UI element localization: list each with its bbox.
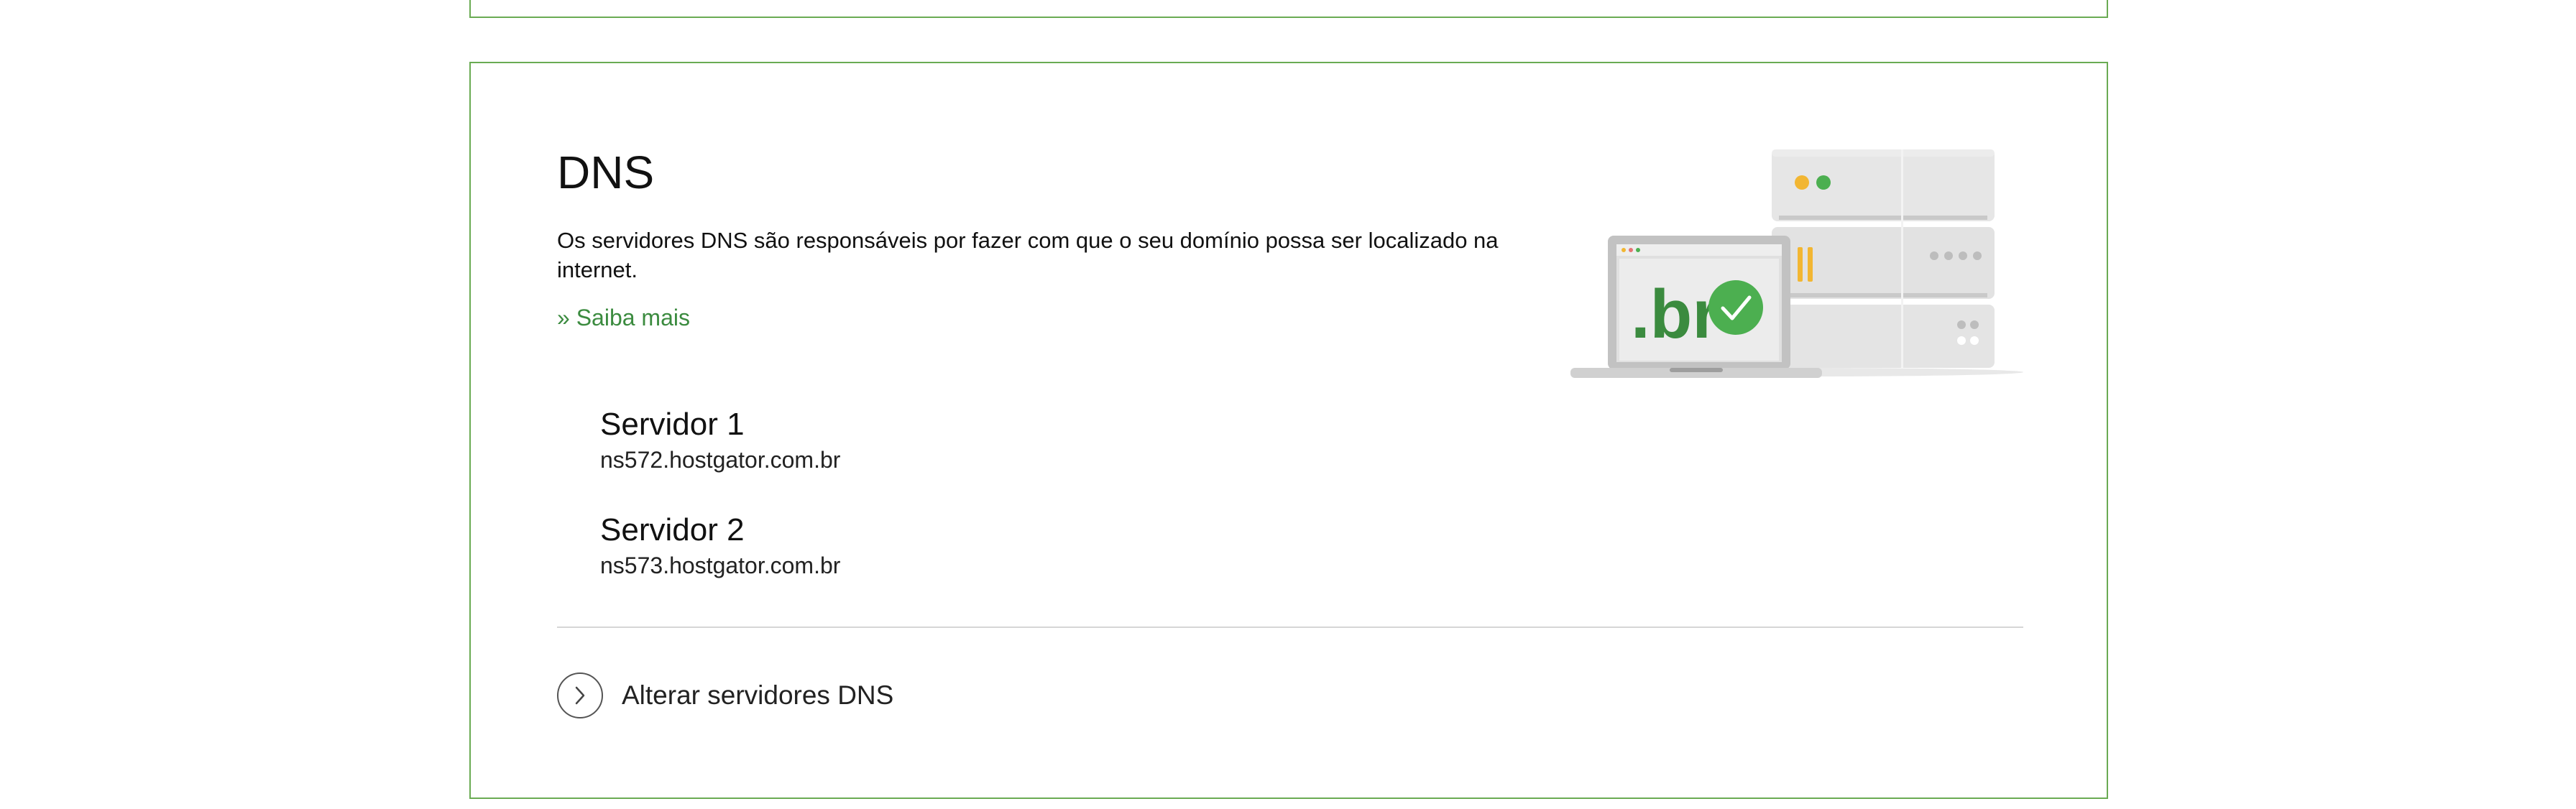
dns-illustration: .br bbox=[1570, 144, 2030, 388]
server-rack-icon: .br bbox=[1570, 149, 2023, 378]
dns-server-1: Servidor 1 ns572.hostgator.com.br bbox=[600, 407, 840, 474]
divider bbox=[557, 627, 2023, 628]
server-host: ns572.hostgator.com.br bbox=[600, 447, 841, 473]
svg-text:.br: .br bbox=[1631, 276, 1719, 353]
dns-description: Os servidores DNS são responsáveis por f… bbox=[557, 228, 1499, 282]
dns-card: DNS Os servidores DNS são responsáveis p… bbox=[469, 62, 2108, 799]
change-dns-label: Alterar servidores DNS bbox=[622, 680, 894, 710]
dns-server-2: Servidor 2 ns573.hostgator.com.br bbox=[600, 512, 840, 580]
server-name: Servidor 2 bbox=[600, 512, 745, 547]
server-name: Servidor 1 bbox=[600, 407, 745, 442]
previous-card bbox=[469, 0, 2108, 18]
learn-more-link[interactable]: » Saiba mais bbox=[557, 303, 690, 332]
laptop-icon: .br bbox=[1570, 236, 1822, 378]
change-dns-button[interactable]: Alterar servidores DNS bbox=[557, 670, 893, 721]
check-icon bbox=[1708, 280, 1763, 335]
dns-title: DNS bbox=[557, 147, 655, 198]
server-host: ns573.hostgator.com.br bbox=[600, 553, 841, 578]
chevron-right-icon[interactable] bbox=[557, 672, 603, 718]
